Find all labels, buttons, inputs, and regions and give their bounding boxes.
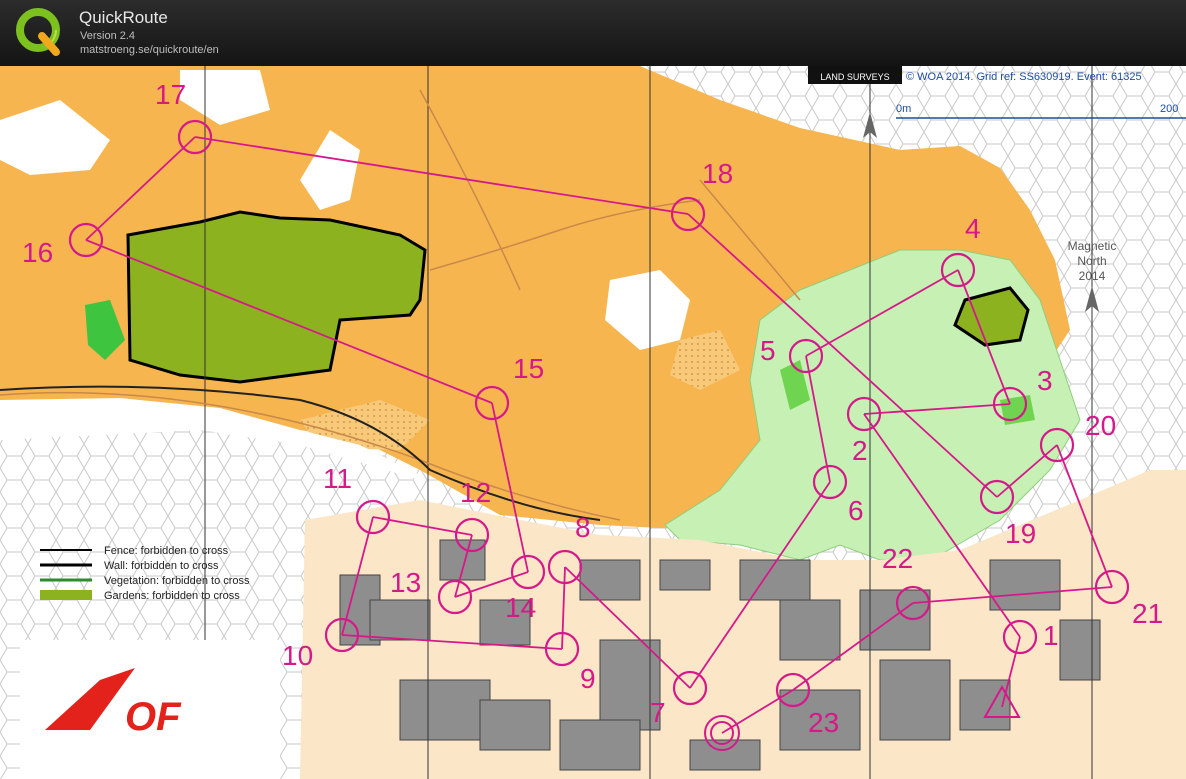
title-bar: QuickRoute Version 2.4 matstroeng.se/qui… bbox=[0, 0, 1186, 67]
scale-start: 0m bbox=[896, 103, 911, 115]
orienteering-map[interactable]: LAND SURVEYS © WOA 2014. Grid ref: SS630… bbox=[0, 66, 1186, 779]
control-number-15: 15 bbox=[513, 353, 544, 384]
app-version: Version 2.4 bbox=[80, 30, 136, 42]
control-number-20: 20 bbox=[1085, 410, 1116, 441]
control-number-14: 14 bbox=[505, 592, 536, 623]
control-number-22: 22 bbox=[882, 543, 913, 574]
club-logo: OF bbox=[20, 640, 280, 779]
control-number-9: 9 bbox=[580, 663, 596, 694]
scale-end: 200 bbox=[1160, 103, 1178, 115]
control-number-3: 3 bbox=[1037, 365, 1053, 396]
control-number-1: 1 bbox=[1043, 620, 1059, 651]
control-number-5: 5 bbox=[760, 335, 776, 366]
control-number-6: 6 bbox=[848, 495, 864, 526]
control-number-4: 4 bbox=[965, 213, 981, 244]
green-vegetation-strip-2 bbox=[1000, 395, 1035, 425]
control-number-2: 2 bbox=[852, 435, 868, 466]
north-label-line1: Magnetic bbox=[1068, 239, 1117, 253]
quickroute-logo-icon bbox=[16, 8, 60, 56]
north-label-line2: North bbox=[1077, 254, 1106, 268]
control-number-7: 7 bbox=[650, 697, 666, 728]
app-title: QuickRoute bbox=[79, 8, 168, 27]
app-url[interactable]: matstroeng.se/quickroute/en bbox=[80, 44, 219, 56]
club-logo-text: OF bbox=[125, 695, 182, 739]
credit-logo-text: LAND SURVEYS bbox=[820, 72, 889, 82]
control-number-19: 19 bbox=[1005, 518, 1036, 549]
legend-label-gardens: Gardens: forbidden to cross bbox=[104, 590, 240, 602]
control-number-11: 11 bbox=[323, 463, 352, 494]
control-number-21: 21 bbox=[1132, 598, 1163, 629]
legend-label-wall: Wall: forbidden to cross bbox=[104, 560, 219, 572]
control-number-8: 8 bbox=[575, 512, 591, 543]
legend-label-fence: Fence: forbidden to cross bbox=[104, 545, 229, 557]
control-number-10: 10 bbox=[282, 640, 313, 671]
control-number-17: 17 bbox=[155, 79, 186, 110]
control-number-16: 16 bbox=[22, 237, 53, 268]
control-number-13: 13 bbox=[390, 567, 421, 598]
control-number-18: 18 bbox=[702, 158, 733, 189]
legend-swatch-gardens bbox=[40, 590, 92, 600]
map-credit: © WOA 2014. Grid ref: SS630919. Event: 6… bbox=[906, 71, 1142, 83]
control-number-23: 23 bbox=[808, 707, 839, 738]
north-label-line3: 2014 bbox=[1079, 269, 1106, 283]
control-number-12: 12 bbox=[460, 477, 491, 508]
legend-label-vegetation: Vegetation: forbidden to cross bbox=[104, 575, 250, 587]
